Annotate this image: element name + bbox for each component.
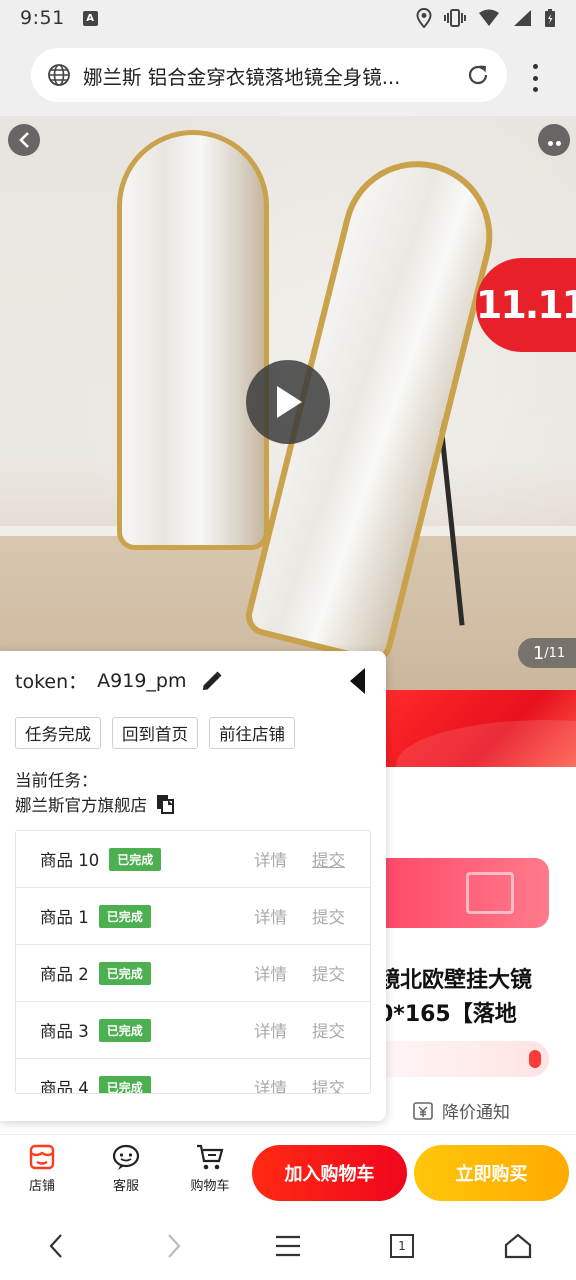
price-tag-icon [413,1101,433,1120]
task-list[interactable]: 商品 10 已完成 详情 提交 商品 1 已完成 详情 提交 商品 2 已完成 … [15,830,371,1094]
task-name: 商品 3 [40,1022,89,1041]
globe-icon [48,64,70,86]
buy-now-button[interactable]: 立即购买 [414,1145,569,1201]
browser-toolbar: 娜兰斯 铝合金穿衣镜落地镜全身镜... [0,36,576,116]
status-time: 9:51 [20,7,65,29]
task-detail-link[interactable]: 详情 [254,847,287,871]
promo-banner[interactable] [386,690,576,767]
pencil-icon[interactable] [200,669,224,693]
cart-tab-label: 购物车 [190,1179,230,1194]
task-detail-link[interactable]: 详情 [254,961,287,985]
price-notice-label: 降价通知 [442,1103,510,1123]
vibrate-icon [444,9,466,27]
gift-icon [466,872,514,914]
bottom-action-bar: 店铺 客服 购物车 加入购物车 立即购买 [0,1134,576,1208]
location-icon [416,8,432,28]
cart-icon [197,1144,224,1170]
task-name: 商品 1 [40,908,89,927]
service-tab[interactable]: 客服 [96,1143,156,1194]
price-dot-icon [529,1050,541,1068]
task-row: 商品 4 已完成 详情 提交 [16,1059,370,1094]
shop-name: 娜兰斯官方旗舰店 [15,796,147,815]
play-icon [277,386,302,418]
task-name: 商品 4 [40,1079,89,1094]
product-gallery[interactable]: 11.11 1/11 [0,116,576,690]
battery-icon [545,9,555,27]
url-bar[interactable]: 娜兰斯 铝合金穿衣镜落地镜全身镜... [31,48,507,102]
back-home-button[interactable]: 回到首页 [112,717,198,749]
home-icon [504,1233,532,1259]
task-row: 商品 3 已完成 详情 提交 [16,1002,370,1059]
service-tab-label: 客服 [112,1179,139,1194]
url-text: 娜兰斯 铝合金穿衣镜落地镜全身镜... [83,65,401,89]
task-detail-link[interactable]: 详情 [254,904,287,928]
shop-icon [29,1144,55,1170]
chevron-left-icon [49,1234,62,1258]
product-image-mirror-wall [117,130,269,550]
status-badge: 已完成 [98,961,151,985]
status-bar: 9:51 A [0,0,576,36]
task-submit-link[interactable]: 提交 [312,1075,345,1093]
notification-icon: A [82,10,98,26]
customer-service-icon [112,1144,140,1170]
coupon-card[interactable] [386,858,549,928]
task-name: 商品 2 [40,965,89,984]
task-row: 商品 2 已完成 详情 提交 [16,945,370,1002]
shop-tab[interactable]: 店铺 [12,1143,72,1194]
go-to-shop-button[interactable]: 前往店铺 [209,717,295,749]
nav-menu-button[interactable] [270,1228,306,1264]
task-complete-button[interactable]: 任务完成 [15,717,101,749]
sale-badge: 11.11 [476,258,576,352]
task-submit-link[interactable]: 提交 [312,1018,345,1042]
reload-icon[interactable] [465,62,491,88]
task-row: 商品 10 已完成 详情 提交 [16,831,370,888]
wifi-icon [479,9,499,26]
task-name: 商品 10 [40,851,100,870]
gallery-page-current: 1 [532,642,545,664]
current-task-label: 当前任务： [15,771,98,790]
gallery-page-indicator: 1/11 [518,638,576,668]
task-row: 商品 1 已完成 详情 提交 [16,888,370,945]
browser-menu-button[interactable] [528,64,542,92]
tabs-count: 1 [398,1239,406,1253]
product-title-line2: 0*165【落地 [378,1002,517,1027]
nav-forward-button[interactable] [156,1228,192,1264]
system-navigation: 1 [0,1208,576,1280]
more-button[interactable] [538,124,570,156]
nav-back-button[interactable] [38,1228,74,1264]
product-title-line1: 镜北欧壁挂大镜 [378,968,533,993]
signal-icon [514,10,531,26]
panel-button-row: 任务完成 回到首页 前往店铺 [15,717,295,749]
nav-home-button[interactable] [500,1228,536,1264]
menu-icon [276,1235,300,1257]
status-badge: 已完成 [98,1018,151,1042]
token-value: A919_pm [97,669,187,692]
nav-tabs-button[interactable]: 1 [384,1228,420,1264]
task-submit-link[interactable]: 提交 [312,904,345,928]
task-submit-link[interactable]: 提交 [312,961,345,985]
task-submit-link[interactable]: 提交 [312,847,345,871]
shop-row: 娜兰斯官方旗舰店 [15,792,175,816]
play-video-button[interactable] [246,360,330,444]
token-row: token： A919_pm [15,667,224,694]
price-bar[interactable] [386,1041,549,1077]
price-notice-button[interactable]: 降价通知 [412,1098,510,1123]
back-button[interactable] [8,124,40,156]
chevron-right-icon [168,1234,181,1258]
collapse-panel-icon[interactable] [348,667,368,695]
task-detail-link[interactable]: 详情 [254,1018,287,1042]
shop-tab-label: 店铺 [28,1179,55,1194]
token-label: token： [15,671,88,693]
cart-tab[interactable]: 购物车 [180,1143,240,1194]
status-badge: 已完成 [109,847,162,871]
status-badge: 已完成 [98,1075,151,1093]
chevron-left-icon [19,132,29,148]
status-badge: 已完成 [98,904,151,928]
gallery-page-total: /11 [544,645,566,661]
add-to-cart-button[interactable]: 加入购物车 [252,1145,407,1201]
task-detail-link[interactable]: 详情 [254,1075,287,1093]
task-panel: token： A919_pm 任务完成 回到首页 前往店铺 当前任务： 娜兰斯官… [0,651,386,1121]
copy-icon[interactable] [155,794,175,814]
